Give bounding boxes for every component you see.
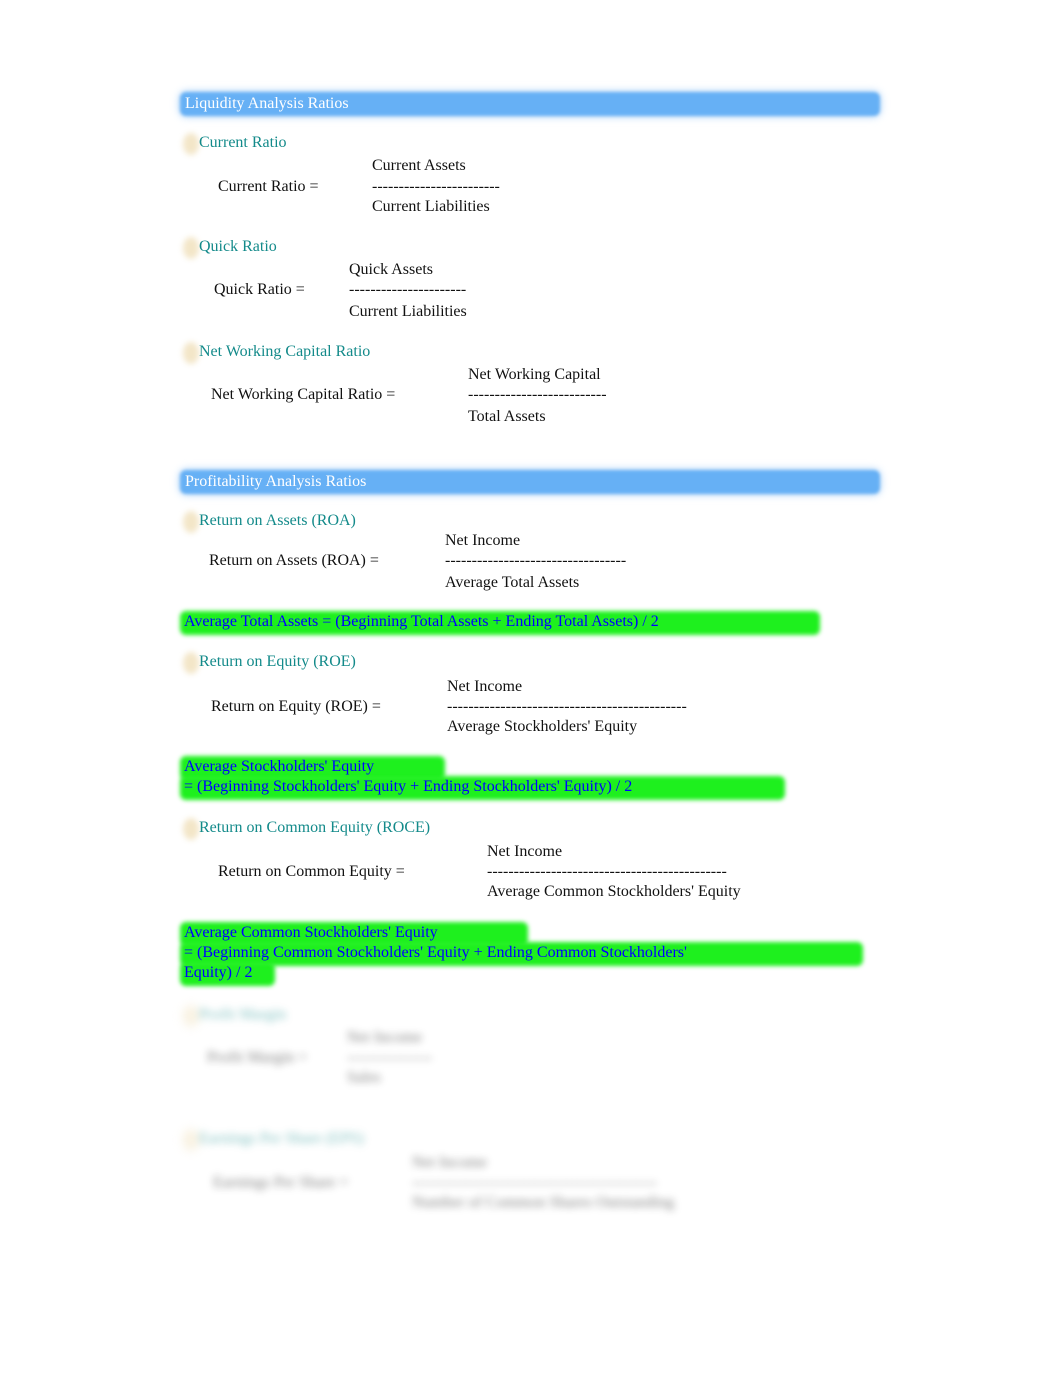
section-title-liquidity: Liquidity Analysis Ratios bbox=[185, 95, 349, 112]
note-avg-common-equity-line1: Average Common Stockholders' Equity bbox=[184, 924, 438, 941]
denominator: Current Liabilities bbox=[349, 303, 467, 320]
fraction-line: ---------------------- bbox=[349, 281, 467, 298]
bullet-icon bbox=[183, 511, 199, 533]
denominator: Average Stockholders' Equity bbox=[447, 718, 638, 735]
fraction-line: ------------------------ bbox=[372, 178, 500, 195]
note-avg-equity-line2: = (Beginning Stockholders' Equity + Endi… bbox=[184, 778, 633, 795]
numerator: Net Income bbox=[412, 1154, 488, 1171]
ratio-label: Current Ratio = bbox=[218, 178, 319, 195]
note-avg-common-equity-line3: Equity) / 2 bbox=[184, 964, 253, 981]
bullet-icon bbox=[183, 652, 199, 674]
ratio-heading: Net Working Capital Ratio bbox=[199, 343, 371, 360]
numerator: Current Assets bbox=[372, 157, 466, 174]
numerator: Net Income bbox=[347, 1029, 423, 1046]
ratio-label: Return on Equity (ROE) = bbox=[211, 698, 381, 715]
note-avg-common-equity-line2: = (Beginning Common Stockholders' Equity… bbox=[184, 944, 687, 961]
denominator: Average Common Stockholders' Equity bbox=[487, 883, 741, 900]
ratio-heading: Return on Common Equity (ROCE) bbox=[199, 819, 431, 836]
denominator: Sales bbox=[347, 1069, 381, 1086]
ratio-label: Earnings Per Share = bbox=[213, 1174, 349, 1191]
bullet-icon bbox=[183, 818, 199, 840]
numerator: Net Income bbox=[447, 678, 523, 695]
ratio-heading: Return on Equity (ROE) bbox=[199, 653, 356, 670]
bullet-icon bbox=[183, 1005, 199, 1027]
ratio-label: Return on Common Equity = bbox=[218, 863, 405, 880]
section-title-profitability: Profitability Analysis Ratios bbox=[185, 473, 367, 490]
ratio-label: Return on Assets (ROA) = bbox=[209, 552, 379, 569]
fraction-line: -------------------------- bbox=[468, 386, 607, 403]
denominator: Average Total Assets bbox=[445, 574, 580, 591]
fraction-line: ----------------------------------------… bbox=[487, 863, 727, 880]
note-average-total-assets: Average Total Assets = (Beginning Total … bbox=[184, 613, 659, 630]
fraction-line: ---------------- bbox=[347, 1049, 433, 1066]
fraction-line: ---------------------------------- bbox=[445, 552, 627, 569]
fraction-line: ----------------------------------------… bbox=[412, 1174, 658, 1191]
bullet-icon bbox=[183, 237, 199, 259]
ratio-label: Quick Ratio = bbox=[214, 281, 305, 298]
ratio-heading: Profit Margin bbox=[199, 1006, 287, 1023]
ratio-label: Profit Margin = bbox=[207, 1049, 308, 1066]
ratio-heading: Current Ratio bbox=[199, 134, 287, 151]
bullet-icon bbox=[183, 133, 199, 155]
fraction-line: ----------------------------------------… bbox=[447, 698, 687, 715]
ratio-heading: Earnings Per Share (EPS) bbox=[199, 1130, 364, 1147]
ratio-label: Net Working Capital Ratio = bbox=[211, 386, 396, 403]
denominator: Number of Common Shares Outstanding bbox=[412, 1194, 675, 1211]
bullet-icon bbox=[183, 1129, 199, 1151]
denominator: Current Liabilities bbox=[372, 198, 490, 215]
note-avg-equity-line1: Average Stockholders' Equity bbox=[184, 758, 375, 775]
denominator: Total Assets bbox=[468, 408, 546, 425]
ratio-heading: Quick Ratio bbox=[199, 238, 277, 255]
bullet-icon bbox=[183, 342, 199, 364]
numerator: Net Income bbox=[445, 532, 521, 549]
numerator: Quick Assets bbox=[349, 261, 433, 278]
numerator: Net Working Capital bbox=[468, 366, 601, 383]
numerator: Net Income bbox=[487, 843, 563, 860]
ratio-heading: Return on Assets (ROA) bbox=[199, 512, 356, 529]
